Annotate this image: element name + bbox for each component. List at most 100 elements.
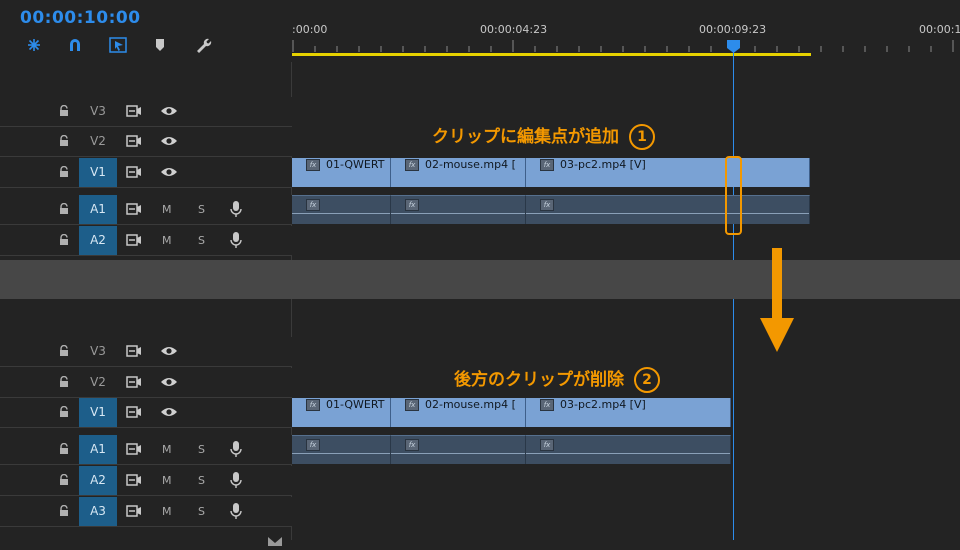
track-header-a2[interactable]: A2 M S — [0, 226, 292, 256]
lock-icon[interactable] — [59, 474, 69, 486]
audio-clip-01[interactable]: fx — [292, 195, 391, 224]
microphone-icon[interactable] — [230, 201, 242, 218]
track-header-v2-after[interactable]: V2 — [0, 368, 292, 398]
collapse-toggle-icon[interactable] — [268, 531, 282, 546]
snap-magnet-icon[interactable] — [65, 36, 85, 54]
lock-icon[interactable] — [59, 105, 69, 117]
lock-icon[interactable] — [59, 166, 69, 178]
track-header-v1-after[interactable]: V1 — [0, 398, 292, 428]
track-label-v1[interactable]: V1 — [79, 398, 117, 427]
time-ruler[interactable]: :00:00 00:00:04:23 00:00:09:23 00:00:1 — [292, 0, 960, 62]
track-label-a3[interactable]: A3 — [79, 497, 117, 526]
eye-icon[interactable] — [160, 376, 178, 388]
track-header-a1-after[interactable]: A1 M S — [0, 435, 292, 465]
clip-01-qwert[interactable]: fx 01-QWERT — [292, 158, 391, 187]
annotation-number-2: 2 — [634, 367, 660, 393]
microphone-icon[interactable] — [230, 472, 242, 489]
audio-clip-02[interactable]: fx — [391, 195, 526, 224]
solo-button[interactable]: S — [198, 226, 205, 255]
audio-clip-01-after[interactable]: fx — [292, 435, 391, 464]
track-label-v2[interactable]: V2 — [79, 127, 117, 156]
fx-badge-icon: fx — [405, 199, 419, 211]
fx-badge-icon: fx — [306, 439, 320, 451]
track-label-v2[interactable]: V2 — [79, 368, 117, 397]
track-header-a1[interactable]: A1 M S — [0, 195, 292, 225]
wrench-icon[interactable] — [193, 36, 213, 54]
lock-icon[interactable] — [59, 135, 69, 147]
fx-badge-icon: fx — [306, 199, 320, 211]
edit-point-highlight — [725, 156, 742, 235]
solo-button[interactable]: S — [198, 435, 205, 464]
audio-clip-02-after[interactable]: fx — [391, 435, 526, 464]
track-header-a3-after[interactable]: A3 M S — [0, 497, 292, 527]
track-label-a2[interactable]: A2 — [79, 466, 117, 495]
clip-01-qwert-after[interactable]: fx 01-QWERT — [292, 398, 391, 427]
solo-button[interactable]: S — [198, 497, 205, 526]
lock-icon[interactable] — [59, 203, 69, 215]
sync-lock-icon[interactable] — [126, 376, 142, 388]
fx-badge-icon: fx — [405, 439, 419, 451]
sync-lock-icon[interactable] — [126, 443, 142, 455]
sync-lock-icon[interactable] — [126, 345, 142, 357]
down-arrow-icon — [760, 248, 794, 352]
sync-lock-icon[interactable] — [126, 406, 142, 418]
track-header-v1[interactable]: V1 — [0, 158, 292, 188]
mute-button[interactable]: M — [162, 435, 172, 464]
track-label-v3[interactable]: V3 — [79, 97, 117, 126]
microphone-icon[interactable] — [230, 503, 242, 520]
audio-clip-03-after[interactable]: fx — [526, 435, 731, 464]
mute-button[interactable]: M — [162, 466, 172, 495]
sync-lock-icon[interactable] — [126, 135, 142, 147]
eye-icon[interactable] — [160, 406, 178, 418]
annotation-edit-point-added: クリップに編集点が追加 1 — [432, 122, 655, 150]
ripple-icon[interactable] — [24, 36, 44, 54]
annotation-number-1: 1 — [629, 124, 655, 150]
eye-icon[interactable] — [160, 105, 178, 117]
fx-badge-icon: fx — [306, 159, 320, 171]
lock-icon[interactable] — [59, 234, 69, 246]
sync-lock-icon[interactable] — [126, 474, 142, 486]
sync-lock-icon[interactable] — [126, 105, 142, 117]
microphone-icon[interactable] — [230, 441, 242, 458]
sync-lock-icon[interactable] — [126, 234, 142, 246]
track-header-v3-after[interactable]: V3 — [0, 337, 292, 367]
fx-badge-icon: fx — [405, 159, 419, 171]
track-label-a1[interactable]: A1 — [79, 195, 117, 224]
lock-icon[interactable] — [59, 376, 69, 388]
lock-icon[interactable] — [59, 406, 69, 418]
clip-02-mouse-after[interactable]: fx 02-mouse.mp4 [ — [391, 398, 526, 427]
track-label-a1[interactable]: A1 — [79, 435, 117, 464]
mute-button[interactable]: M — [162, 195, 172, 224]
fx-badge-icon: fx — [540, 199, 554, 211]
mute-button[interactable]: M — [162, 497, 172, 526]
audio-clip-03[interactable]: fx — [526, 195, 810, 224]
mute-button[interactable]: M — [162, 226, 172, 255]
playhead-handle[interactable] — [727, 38, 740, 53]
solo-button[interactable]: S — [198, 195, 205, 224]
timecode-display[interactable]: 00:00:10:00 — [20, 8, 141, 28]
track-header-v3[interactable]: V3 — [0, 97, 292, 127]
sync-lock-icon[interactable] — [126, 203, 142, 215]
eye-icon[interactable] — [160, 135, 178, 147]
track-header-v2[interactable]: V2 — [0, 127, 292, 157]
lock-icon[interactable] — [59, 345, 69, 357]
solo-button[interactable]: S — [198, 466, 205, 495]
track-header-a2-after[interactable]: A2 M S — [0, 466, 292, 496]
lock-icon[interactable] — [59, 443, 69, 455]
track-label-v1[interactable]: V1 — [79, 158, 117, 187]
marker-icon[interactable] — [150, 36, 170, 54]
clip-03-pc2-after[interactable]: fx 03-pc2.mp4 [V] — [526, 398, 731, 427]
lock-icon[interactable] — [59, 505, 69, 517]
eye-icon[interactable] — [160, 166, 178, 178]
eye-icon[interactable] — [160, 345, 178, 357]
linked-selection-icon[interactable] — [108, 36, 128, 54]
ruler-label-mid: 00:00:04:23 — [480, 23, 548, 36]
ruler-label-playhead: 00:00:09:23 — [699, 23, 767, 36]
sync-lock-icon[interactable] — [126, 505, 142, 517]
track-label-a2[interactable]: A2 — [79, 226, 117, 255]
clip-03-pc2[interactable]: fx 03-pc2.mp4 [V] — [526, 158, 810, 187]
microphone-icon[interactable] — [230, 232, 242, 249]
track-label-v3[interactable]: V3 — [79, 337, 117, 366]
clip-02-mouse[interactable]: fx 02-mouse.mp4 [ — [391, 158, 526, 187]
sync-lock-icon[interactable] — [126, 166, 142, 178]
